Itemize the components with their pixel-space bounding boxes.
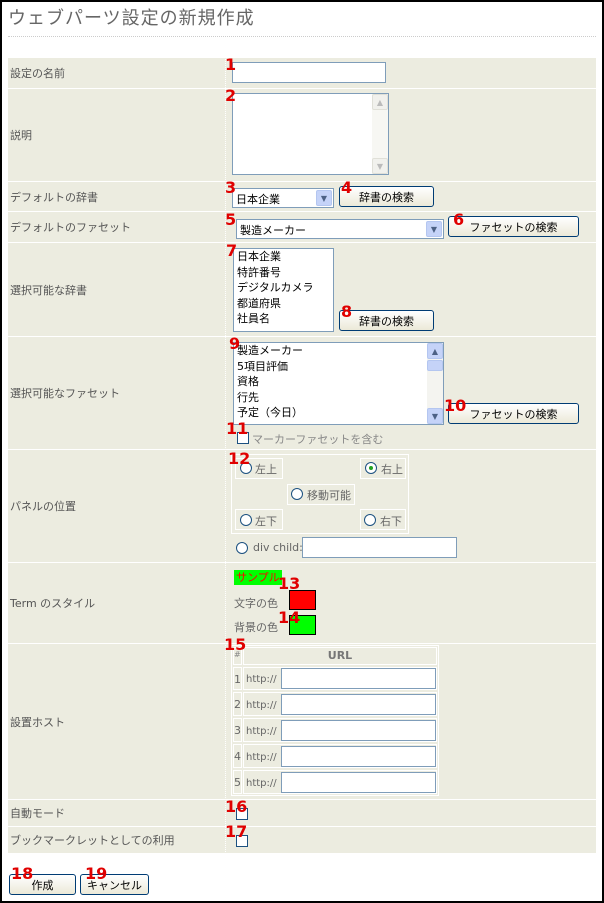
list-item[interactable]: 日本企業 (234, 249, 333, 265)
annotation-5: 5 (225, 210, 237, 229)
term-style-label: Term のスタイル (10, 597, 96, 610)
description-label: 説明 (10, 129, 32, 142)
auto-mode-label: 自動モード (10, 807, 65, 820)
bookmarklet-label: ブックマークレットとしての利用 (10, 834, 175, 847)
bottom-right-radio[interactable] (364, 514, 376, 526)
top-left-label: 左上 (255, 463, 277, 476)
div-child-label: div child: (253, 541, 303, 554)
annotation-17: 17 (225, 822, 248, 841)
annotation-9: 9 (229, 334, 241, 353)
description-textarea[interactable]: ▲ ▼ (232, 93, 389, 175)
description-scrollbar[interactable]: ▲ ▼ (372, 94, 388, 174)
default-dictionary-value: 日本企業 (236, 193, 280, 206)
table-row: 2 (233, 692, 242, 716)
movable-radio[interactable] (291, 488, 303, 500)
default-dictionary-search-button[interactable]: 辞書の検索 (339, 186, 434, 207)
scroll-thumb[interactable] (427, 360, 443, 371)
column-divider (225, 56, 226, 852)
list-item[interactable]: 5項目評価 (234, 359, 443, 375)
annotation-12: 12 (228, 449, 251, 468)
term-style-sample: サンプル (234, 570, 282, 585)
default-dictionary-select[interactable]: 日本企業 ▼ (232, 188, 334, 208)
host-url-input-1[interactable] (281, 668, 436, 689)
list-item[interactable]: 都道府県 (234, 296, 333, 312)
host-url-input-2[interactable] (281, 694, 436, 715)
bg-color-label: 背景の色 (234, 621, 278, 634)
annotation-15: 15 (224, 635, 247, 654)
host-url-input-5[interactable] (281, 772, 436, 793)
annotation-16: 16 (225, 797, 248, 816)
selectable-dictionaries-listbox[interactable]: 日本企業 特許番号 デジタルカメラ 都道府県 社員名 (233, 248, 334, 332)
chevron-down-icon[interactable]: ▼ (316, 190, 332, 206)
hosts-header-url: URL (243, 647, 437, 665)
list-item[interactable]: 社員名 (234, 311, 333, 327)
table-row: 3 (233, 718, 242, 742)
name-input[interactable] (232, 62, 386, 83)
list-item[interactable]: 特許番号 (234, 265, 333, 281)
list-item[interactable]: 行先 (234, 390, 443, 406)
bottom-left-radio[interactable] (240, 514, 252, 526)
selectable-facets-search-button[interactable]: ファセットの検索 (448, 403, 579, 424)
row-auto-mode: 自動モード (8, 800, 596, 826)
host-url-input-4[interactable] (281, 746, 436, 767)
movable-label: 移動可能 (307, 489, 351, 502)
scroll-up-icon[interactable]: ▲ (372, 94, 388, 110)
annotation-18: 18 (11, 864, 34, 883)
annotation-10: 10 (444, 396, 467, 415)
annotation-11: 11 (226, 419, 249, 438)
page-title: ウェブパーツ設定の新規作成 (8, 8, 255, 29)
title-divider (8, 36, 596, 37)
default-facet-value: 製造メーカー (240, 224, 306, 237)
include-marker-label: マーカーファセットを含む (252, 433, 384, 446)
top-right-label: 右上 (381, 463, 403, 476)
div-child-radio[interactable] (236, 542, 248, 554)
annotation-8: 8 (341, 302, 353, 321)
text-color-label: 文字の色 (234, 597, 278, 610)
facets-scrollbar[interactable]: ▲ ▼ (427, 343, 443, 424)
row-bookmarklet: ブックマークレットとしての利用 (8, 827, 596, 853)
chevron-down-icon[interactable]: ▼ (426, 221, 442, 237)
list-item[interactable]: 製造メーカー (234, 343, 443, 359)
annotation-2: 2 (225, 86, 237, 105)
default-facet-search-button[interactable]: ファセットの検索 (448, 216, 579, 237)
default-facet-label: デフォルトのファセット (10, 221, 131, 234)
annotation-6: 6 (453, 210, 465, 229)
annotation-7: 7 (226, 241, 238, 260)
annotation-4: 4 (341, 178, 353, 197)
bottom-right-label: 右下 (380, 515, 402, 528)
div-child-input[interactable] (302, 537, 457, 558)
selectable-dictionaries-search-button[interactable]: 辞書の検索 (339, 310, 434, 331)
scroll-down-icon[interactable]: ▼ (427, 408, 443, 424)
table-row: 1 (233, 667, 242, 690)
scroll-up-icon[interactable]: ▲ (427, 343, 443, 359)
panel-position-label: パネルの位置 (10, 500, 76, 513)
top-right-radio[interactable] (365, 462, 377, 474)
bottom-left-label: 左下 (255, 515, 277, 528)
annotation-3: 3 (225, 178, 237, 197)
default-dictionary-label: デフォルトの辞書 (10, 190, 98, 204)
table-row: 4 (233, 744, 242, 768)
selectable-facets-label: 選択可能なファセット (10, 387, 120, 400)
table-row: 5 (233, 770, 242, 794)
list-item[interactable]: 資格 (234, 374, 443, 390)
list-item[interactable]: デジタルカメラ (234, 280, 333, 296)
annotation-14: 14 (278, 608, 301, 627)
default-facet-select[interactable]: 製造メーカー ▼ (236, 219, 444, 239)
selectable-facets-listbox[interactable]: 製造メーカー 5項目評価 資格 行先 予定（今日） ▲ ▼ (233, 342, 444, 425)
annotation-13: 13 (278, 574, 301, 593)
text-color-swatch[interactable] (289, 590, 316, 610)
install-hosts-label: 設置ホスト (10, 715, 65, 729)
annotation-1: 1 (225, 55, 237, 74)
annotation-19: 19 (85, 864, 108, 883)
name-label: 設定の名前 (10, 67, 65, 80)
scroll-down-icon[interactable]: ▼ (372, 158, 388, 174)
selectable-dictionaries-label: 選択可能な辞書 (10, 283, 87, 297)
list-item[interactable]: 予定（今日） (234, 405, 443, 421)
host-url-input-3[interactable] (281, 720, 436, 741)
